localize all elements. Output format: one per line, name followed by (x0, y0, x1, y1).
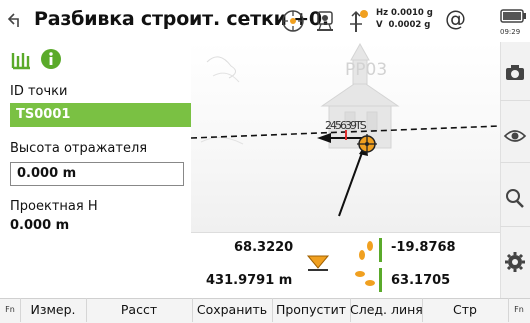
overlapping-point-labels: 245639TS (325, 119, 367, 132)
camera-button[interactable] (500, 48, 530, 101)
reflector-height-label: Высота отражателя (10, 141, 148, 156)
value-top-left: 68.3220 (234, 240, 294, 255)
reflector-height-field[interactable]: 0.000 m (10, 162, 184, 186)
hz-readout: Hz 0.0010 g (376, 8, 433, 18)
save-key[interactable]: Сохранить (192, 298, 273, 322)
point-id-label: ID точки (10, 84, 68, 99)
measure-key[interactable]: Измер. (20, 298, 87, 322)
angle-readout: Hz 0.0010 g V 0.0002 g (376, 7, 433, 31)
design-height-value: 0.000 m (10, 218, 70, 233)
value-bottom-left: 431.9791 m (206, 273, 293, 288)
green-indicator-bar-bottom (379, 268, 382, 292)
eye-icon (503, 130, 527, 142)
connection-at-icon[interactable]: @ (445, 7, 466, 31)
settings-button[interactable] (500, 236, 530, 288)
view-button[interactable] (500, 110, 530, 163)
gear-icon (505, 252, 525, 272)
clock-text: 09:29 (500, 28, 521, 36)
distance-key[interactable]: Расст (86, 298, 193, 322)
value-bottom-right: 63.1705 (391, 273, 451, 288)
design-height-label: Проектная H (10, 199, 98, 214)
point-id-field[interactable]: TS0001 (10, 103, 191, 127)
height-difference-icon (305, 252, 331, 272)
next-line-key[interactable]: След. линя (350, 298, 423, 322)
instrument-status-icon[interactable] (312, 8, 338, 34)
fn-right-key[interactable]: Fn (508, 298, 530, 322)
target-point-label: PP03 (345, 60, 388, 80)
green-indicator-bar-top (379, 238, 382, 262)
prism-pole-icon[interactable] (344, 8, 370, 34)
value-top-right: -19.8768 (391, 240, 456, 255)
back-icon[interactable] (6, 10, 26, 30)
skip-key[interactable]: Пропустит (272, 298, 351, 322)
zoom-button[interactable] (500, 174, 530, 227)
camera-icon (506, 65, 524, 80)
fn-left-key[interactable]: Fn (0, 298, 21, 322)
footsteps-side-icon (352, 268, 378, 290)
footsteps-forward-icon (356, 238, 376, 262)
info-icon[interactable] (40, 48, 62, 70)
v-readout: V 0.0002 g (376, 20, 431, 30)
tabular-view-icon[interactable] (10, 50, 34, 70)
page-key[interactable]: Стр (422, 298, 509, 322)
search-icon (506, 189, 524, 208)
target-settings-icon[interactable] (280, 8, 306, 34)
